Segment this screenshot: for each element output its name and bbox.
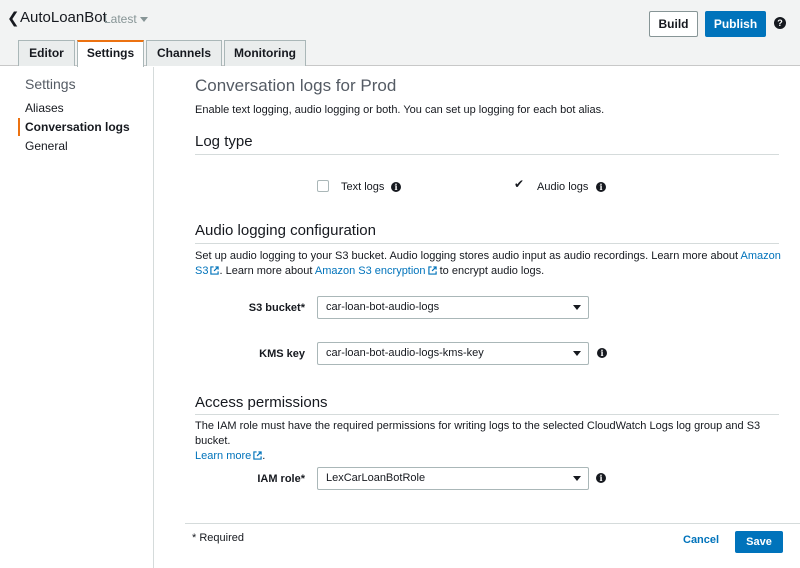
audio-config-heading: Audio logging configuration: [195, 222, 376, 239]
bot-name: AutoLoanBot: [20, 9, 107, 26]
section-divider: [195, 414, 779, 415]
s3-encryption-link[interactable]: Amazon S3 encryption: [315, 265, 437, 277]
info-icon[interactable]: i: [596, 182, 606, 192]
required-note: * Required: [192, 532, 244, 544]
access-desc-text: The IAM role must have the required perm…: [195, 420, 761, 447]
publish-button[interactable]: Publish: [705, 11, 766, 37]
cancel-button[interactable]: Cancel: [683, 534, 719, 546]
access-description: The IAM role must have the required perm…: [195, 419, 785, 464]
tab-editor[interactable]: Editor: [18, 40, 75, 66]
tab-bar: Editor Settings Channels Monitoring: [18, 40, 308, 67]
audio-config-description: Set up audio logging to your S3 bucket. …: [195, 249, 785, 279]
iam-role-select[interactable]: LexCarLoanBotRole: [317, 467, 589, 490]
chevron-down-icon: [573, 305, 581, 310]
sidebar-active-indicator: [18, 118, 20, 136]
sidebar-item-aliases[interactable]: Aliases: [25, 101, 64, 115]
learn-more-link-text: Learn more: [195, 450, 252, 462]
kms-key-select[interactable]: car-loan-bot-audio-logs-kms-key: [317, 342, 589, 365]
tab-channels[interactable]: Channels: [146, 40, 222, 66]
text-logs-label: Text logs: [341, 181, 385, 193]
save-button[interactable]: Save: [735, 531, 783, 553]
main-content: Conversation logs for Prod Enable text l…: [155, 67, 800, 568]
learn-more-link[interactable]: Learn more: [195, 450, 262, 462]
section-divider: [195, 243, 779, 244]
audio-desc-text-3: to encrypt audio logs.: [436, 265, 545, 277]
audio-logs-label: Audio logs: [537, 181, 589, 193]
iam-role-value: LexCarLoanBotRole: [326, 472, 426, 484]
access-permissions-heading: Access permissions: [195, 394, 328, 411]
info-icon[interactable]: i: [597, 348, 607, 358]
s3-encryption-link-text: Amazon S3 encryption: [314, 265, 426, 277]
iam-role-label: IAM role*: [257, 473, 305, 485]
tab-monitoring[interactable]: Monitoring: [224, 40, 306, 66]
checkmark-icon: ✔: [514, 177, 525, 191]
external-link-icon: [427, 266, 437, 275]
help-icon[interactable]: ?: [774, 17, 786, 29]
audio-desc-text-2: . Learn more about: [219, 265, 315, 277]
top-header: ❮ AutoLoanBot Latest Build Publish ? Edi…: [0, 0, 800, 67]
info-icon[interactable]: i: [391, 182, 401, 192]
tab-settings[interactable]: Settings: [77, 40, 144, 67]
kms-key-label: KMS key: [259, 348, 305, 360]
kms-key-value: car-loan-bot-audio-logs-kms-key: [326, 347, 484, 359]
back-arrow-icon[interactable]: ❮: [7, 10, 20, 28]
chevron-down-icon: [139, 17, 148, 23]
section-divider: [195, 154, 779, 155]
audio-desc-text-1: Set up audio logging to your S3 bucket. …: [195, 250, 741, 262]
info-icon[interactable]: i: [596, 473, 606, 483]
sidebar-title: Settings: [25, 76, 76, 92]
footer-divider: [185, 523, 800, 524]
version-select[interactable]: Latest: [104, 12, 148, 26]
page-description: Enable text logging, audio logging or bo…: [195, 104, 605, 116]
s3-bucket-value: car-loan-bot-audio-logs: [326, 301, 440, 313]
version-label: Latest: [104, 12, 137, 26]
access-desc-period: .: [262, 450, 266, 462]
audio-logs-checkbox[interactable]: ✔: [513, 177, 525, 192]
s3-bucket-label: S3 bucket*: [248, 302, 305, 314]
page-title: Conversation logs for Prod: [195, 76, 397, 95]
external-link-icon: [253, 451, 262, 460]
settings-sidebar: Settings Aliases Conversation logs Gener…: [0, 67, 154, 568]
build-button[interactable]: Build: [649, 11, 698, 37]
log-type-heading: Log type: [195, 133, 253, 150]
chevron-down-icon: [573, 351, 581, 356]
sidebar-item-general[interactable]: General: [25, 139, 68, 153]
text-logs-checkbox[interactable]: [317, 180, 329, 192]
sidebar-item-conversation-logs[interactable]: Conversation logs: [25, 120, 130, 134]
s3-bucket-select[interactable]: car-loan-bot-audio-logs: [317, 296, 589, 319]
chevron-down-icon: [573, 476, 581, 481]
